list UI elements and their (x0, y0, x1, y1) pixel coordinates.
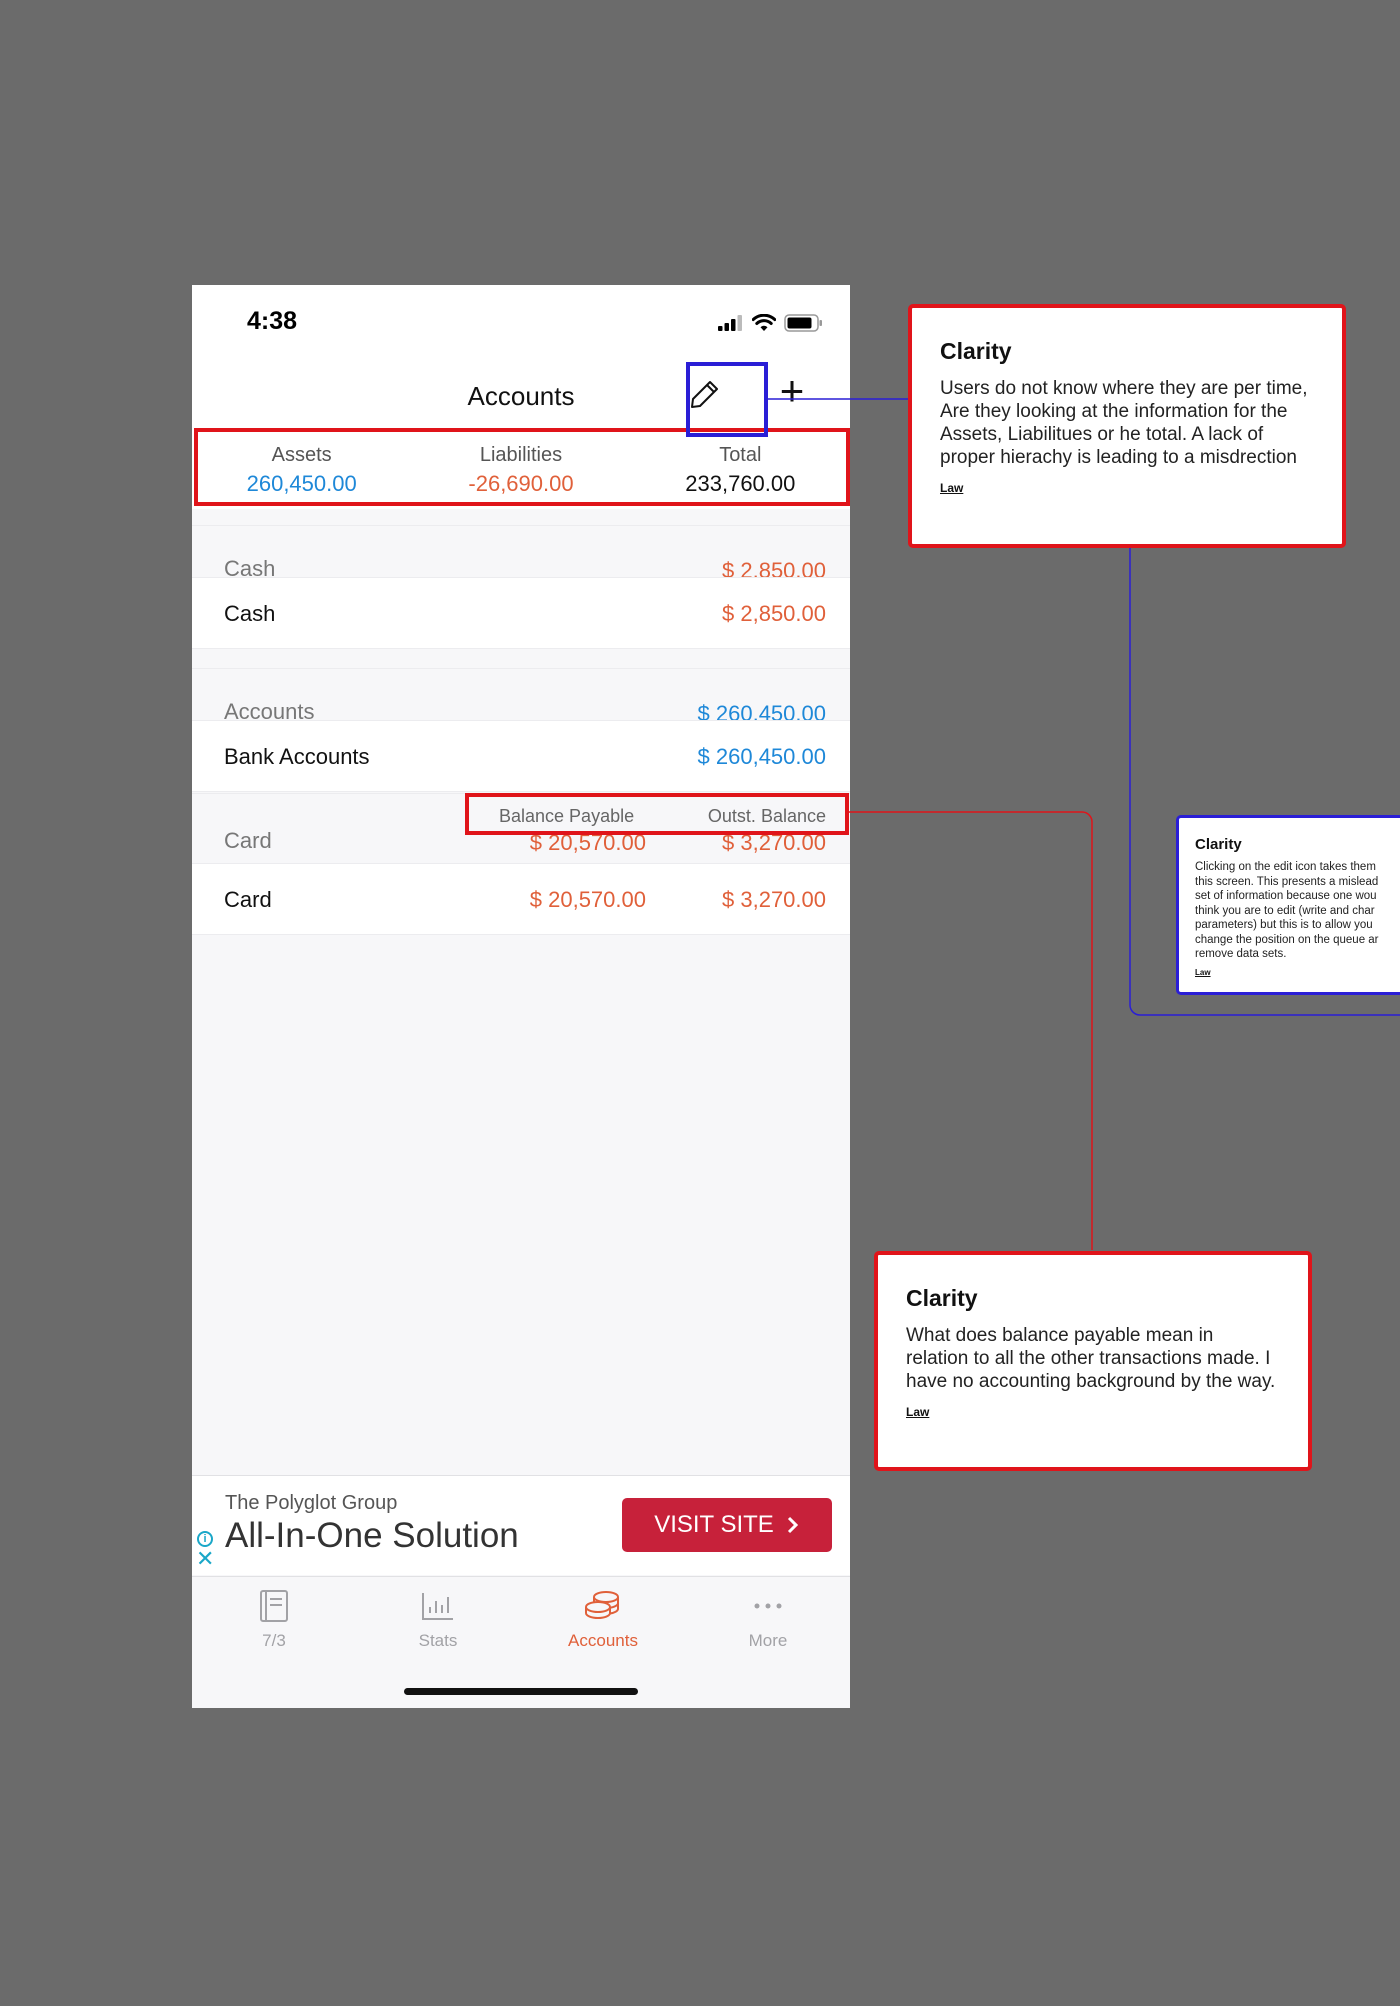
annotation-line: Clicking on the edit icon takes them (1195, 861, 1376, 873)
annotation-link[interactable]: Law (1195, 968, 1211, 977)
annotation-body: Users do not know where they are per tim… (940, 378, 1308, 468)
annotation-line: remove data sets. (1195, 948, 1287, 960)
annotation-line: set of information because one wou (1195, 890, 1377, 902)
annotation-title: Clarity (906, 1285, 978, 1311)
annotation-title: Clarity (1195, 836, 1242, 853)
annotation-link[interactable]: Law (906, 1405, 929, 1419)
annotation-line: think you are to edit (write and char (1195, 904, 1375, 917)
annotation-body: Clicking on the edit icon takes them thi… (1195, 860, 1400, 962)
annotation-card-balance-payable: Clarity What does balance payable mean i… (874, 1251, 1312, 1471)
annotation-line: parameters) but this is to allow you (1195, 919, 1373, 931)
connector-lines (768, 398, 1400, 1250)
annotation-line: change the position on the queue ar (1195, 933, 1379, 946)
annotation-title: Clarity (940, 338, 1012, 364)
annotation-card-summary: Clarity Users do not know where they are… (908, 304, 1346, 548)
annotation-body: What does balance payable mean in relati… (906, 1325, 1276, 1392)
annotation-line: this screen. This presents a mislead (1195, 875, 1379, 888)
annotation-link[interactable]: Law (940, 481, 963, 495)
annotation-card-edit: Clarity Clicking on the edit icon takes … (1176, 815, 1400, 995)
